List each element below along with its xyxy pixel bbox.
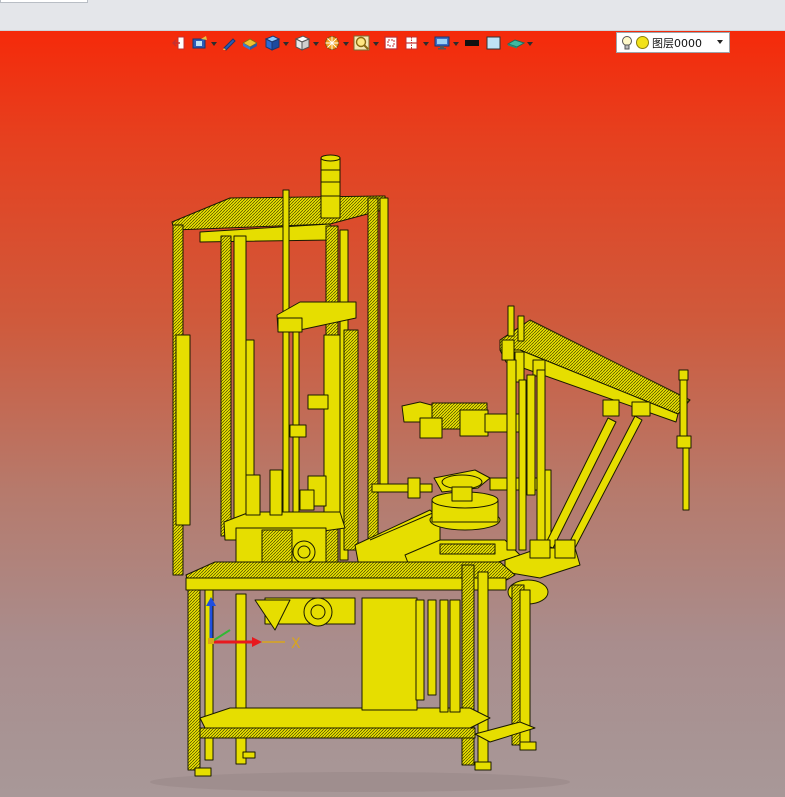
view-square-icon	[384, 36, 398, 50]
blue-cube-button[interactable]	[262, 33, 290, 53]
x-axis-label: X	[291, 636, 301, 652]
exit-button[interactable]	[170, 33, 188, 53]
chevron-down-icon	[343, 42, 349, 46]
x-axis-arrow	[211, 637, 262, 647]
white-cube-icon	[294, 35, 311, 51]
shaded-solid-button[interactable]	[240, 33, 260, 53]
blue-cube-icon	[264, 35, 281, 51]
shaded-solid-icon	[241, 38, 259, 50]
zoom-lens-icon	[353, 35, 370, 51]
view-square-button[interactable]	[382, 33, 400, 53]
chevron-down-icon	[453, 42, 459, 46]
clip-plane-button[interactable]	[402, 33, 430, 53]
line-color-button[interactable]	[462, 33, 482, 53]
triad-origin	[208, 638, 214, 644]
axis-triad: X	[206, 597, 301, 652]
clip-plane-icon	[405, 36, 418, 50]
3d-viewport[interactable]: X 图层0000	[0, 31, 785, 797]
layer-plane-button[interactable]	[506, 33, 534, 53]
z-axis-arrow	[206, 597, 216, 642]
fill-color-icon	[486, 36, 501, 50]
door-exit-icon	[172, 36, 185, 50]
layer-name: 图层0000	[652, 36, 702, 50]
chevron-down-icon	[211, 42, 217, 46]
display-monitor-icon	[434, 36, 450, 50]
camera-view-icon	[192, 36, 207, 49]
display-monitor-button[interactable]	[432, 33, 460, 53]
dropdown-arrow-icon	[717, 40, 723, 44]
layer-color-dot-icon	[636, 36, 649, 49]
top-input-field[interactable]	[0, 0, 88, 3]
layer-dropdown[interactable]: 图层0000	[616, 32, 730, 53]
chevron-down-icon	[283, 42, 289, 46]
chevron-down-icon	[373, 42, 379, 46]
chevron-down-icon	[527, 42, 533, 46]
white-cube-button[interactable]	[292, 33, 320, 53]
view-toolbar	[170, 33, 534, 53]
fill-color-button[interactable]	[484, 33, 504, 53]
pencil-icon	[223, 38, 236, 51]
section-wheel-icon	[325, 36, 339, 50]
top-window-strip	[0, 0, 785, 31]
chevron-down-icon	[313, 42, 319, 46]
lightbulb-icon	[622, 35, 632, 49]
chevron-down-icon	[423, 42, 429, 46]
layer-plane-icon	[507, 39, 525, 49]
camera-view-button[interactable]	[190, 33, 218, 53]
section-wheel-button[interactable]	[322, 33, 350, 53]
sketch-button[interactable]	[220, 33, 238, 53]
zoom-button[interactable]	[352, 33, 380, 53]
line-color-icon	[465, 40, 479, 46]
